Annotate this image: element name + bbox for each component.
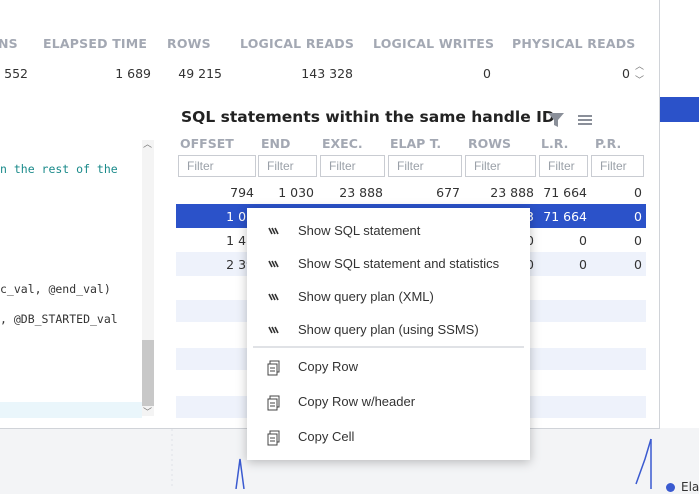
- subgrid-column-header[interactable]: L.R.: [541, 136, 568, 151]
- column-header[interactable]: LOGICAL WRITES: [373, 36, 494, 51]
- stat-value[interactable]: 0: [622, 66, 630, 81]
- copy-icon: [267, 395, 281, 411]
- table-cell[interactable]: 677: [436, 185, 460, 200]
- column-header[interactable]: NS: [0, 36, 18, 51]
- column-filter-input[interactable]: Filter: [320, 155, 385, 177]
- sql-icon: [267, 224, 281, 238]
- code-line: n the rest of the: [0, 162, 118, 176]
- stat-value[interactable]: 1 689: [115, 66, 151, 81]
- code-line: c_val, @end_val): [0, 282, 111, 296]
- column-filter-input[interactable]: Filter: [178, 155, 256, 177]
- subgrid-column-header[interactable]: END: [261, 136, 290, 151]
- context-menu-item[interactable]: Show query plan (using SSMS): [247, 315, 530, 345]
- table-cell[interactable]: 0: [634, 233, 642, 248]
- filter-icon[interactable]: [547, 111, 565, 129]
- copy-icon: [267, 360, 281, 376]
- context-menu-item[interactable]: Show query plan (XML): [247, 282, 530, 312]
- context-menu-label: Copy Row w/header: [298, 394, 416, 409]
- table-cell[interactable]: 23 888: [339, 185, 383, 200]
- table-cell[interactable]: 0: [634, 185, 642, 200]
- stat-value[interactable]: 0: [483, 66, 491, 81]
- sql-icon: [267, 323, 281, 337]
- stat-value[interactable]: 49 215: [178, 66, 222, 81]
- subgrid-column-header[interactable]: OFFSET: [180, 136, 234, 151]
- context-menu-item[interactable]: Copy Cell: [247, 422, 530, 452]
- table-cell[interactable]: 71 664: [543, 209, 587, 224]
- context-menu-label: Copy Cell: [298, 429, 355, 444]
- column-filter-input[interactable]: Filter: [539, 155, 588, 177]
- context-menu: Show SQL statement Show SQL statement and…: [247, 208, 530, 460]
- context-menu-label: Show query plan (XML): [298, 289, 434, 304]
- column-filter-input[interactable]: Filter: [258, 155, 317, 177]
- context-menu-item[interactable]: Show SQL statement and statistics: [247, 249, 530, 279]
- table-cell[interactable]: 0: [634, 209, 642, 224]
- subgrid-column-header[interactable]: EXEC.: [322, 136, 363, 151]
- scroll-up-icon[interactable]: ︿: [635, 59, 644, 72]
- selected-row-edge[interactable]: [660, 97, 699, 122]
- table-cell[interactable]: 794: [230, 185, 254, 200]
- hamburger-menu-icon[interactable]: [577, 112, 593, 128]
- subgrid-column-header[interactable]: ELAP T.: [390, 136, 441, 151]
- column-filter-input[interactable]: Filter: [591, 155, 644, 177]
- table-cell[interactable]: 23 888: [490, 185, 534, 200]
- column-header[interactable]: LOGICAL READS: [240, 36, 354, 51]
- sql-icon: [267, 257, 281, 271]
- stat-value[interactable]: 143 328: [301, 66, 353, 81]
- stat-value[interactable]: 5 552: [0, 66, 28, 81]
- sql-icon: [267, 290, 281, 304]
- code-line: , @DB_STARTED_val: [0, 312, 118, 326]
- code-scroll-up-icon[interactable]: ︿: [143, 137, 152, 150]
- context-menu-item[interactable]: Copy Row w/header: [247, 387, 530, 417]
- table-row[interactable]: 794 1 030 23 888 677 23 888 71 664 0: [176, 180, 646, 204]
- context-menu-label: Copy Row: [298, 359, 358, 374]
- context-menu-item[interactable]: Show SQL statement: [247, 216, 530, 246]
- column-header[interactable]: PHYSICAL READS: [512, 36, 636, 51]
- code-scrollbar-thumb[interactable]: [142, 340, 154, 406]
- current-line-highlight: [0, 402, 142, 418]
- right-grid-strip: [660, 0, 699, 428]
- subgrid-title: SQL statements within the same handle ID: [181, 108, 555, 126]
- menu-separator: [253, 346, 524, 348]
- subgrid-column-header[interactable]: P.R.: [595, 136, 621, 151]
- column-header[interactable]: ELAPSED TIME: [43, 36, 147, 51]
- sql-code-panel[interactable]: [0, 138, 154, 418]
- context-menu-label: Show query plan (using SSMS): [298, 322, 479, 337]
- table-cell[interactable]: 0: [579, 257, 587, 272]
- context-menu-label: Show SQL statement and statistics: [298, 256, 500, 271]
- table-cell[interactable]: 0: [634, 257, 642, 272]
- scroll-down-icon[interactable]: ﹀: [635, 73, 644, 86]
- column-filter-input[interactable]: Filter: [465, 155, 536, 177]
- column-header[interactable]: ROWS: [167, 36, 211, 51]
- context-menu-label: Show SQL statement: [298, 223, 421, 238]
- table-cell[interactable]: 71 664: [543, 185, 587, 200]
- code-scroll-down-icon[interactable]: ﹀: [143, 405, 152, 418]
- table-cell[interactable]: 0: [579, 233, 587, 248]
- copy-icon: [267, 430, 281, 446]
- legend-marker: [666, 483, 675, 492]
- subgrid-column-header[interactable]: ROWS: [468, 136, 511, 151]
- column-filter-input[interactable]: Filter: [388, 155, 462, 177]
- context-menu-item[interactable]: Copy Row: [247, 352, 530, 382]
- legend-label: Ela: [681, 480, 699, 494]
- table-cell[interactable]: 1 030: [278, 185, 314, 200]
